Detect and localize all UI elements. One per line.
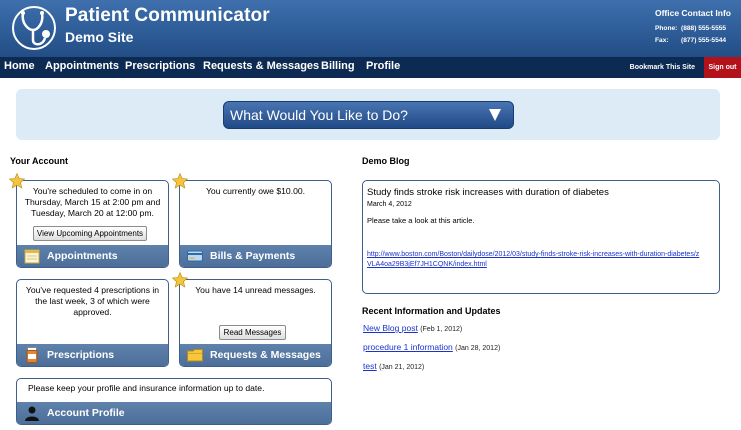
- bills-card: You currently owe $10.00. Bills & Paymen…: [179, 180, 332, 268]
- update-date: (Feb 1, 2012): [420, 326, 463, 333]
- appointments-card: You're scheduled to come in on Thursday,…: [16, 180, 169, 268]
- profile-card: Please keep your profile and insurance i…: [16, 378, 332, 425]
- site-title: Patient Communicator: [65, 5, 270, 26]
- stethoscope-logo-icon: [12, 6, 56, 50]
- prescriptions-footer-title: Prescriptions: [47, 349, 115, 361]
- update-link[interactable]: procedure 1 information: [363, 342, 453, 352]
- messages-card: You have 14 unread messages. Read Messag…: [179, 279, 332, 367]
- dropdown-arrow-icon: [489, 109, 501, 121]
- appointments-footer-title: Appointments: [47, 250, 118, 262]
- star-icon: [172, 173, 188, 189]
- nav-billing[interactable]: Billing: [321, 60, 355, 72]
- appointments-footer[interactable]: Appointments: [17, 245, 168, 267]
- nav-appointments[interactable]: Appointments: [45, 60, 119, 72]
- prescriptions-card: You've requested 4 prescriptions in the …: [16, 279, 169, 367]
- messages-footer-title: Requests & Messages: [210, 349, 321, 361]
- blog-post-text: Please take a look at this article.: [367, 216, 475, 225]
- phone-label: Phone:: [655, 25, 678, 32]
- messages-text: You have 14 unread messages.: [195, 285, 316, 295]
- update-item: procedure 1 information (Jan 28, 2012): [363, 342, 500, 352]
- view-appointments-button[interactable]: View Upcoming Appointments: [33, 226, 147, 241]
- update-date: (Jan 21, 2012): [379, 364, 425, 371]
- main-nav: Home Appointments Prescriptions Requests…: [0, 57, 741, 78]
- bills-footer-title: Bills & Payments: [210, 250, 296, 262]
- sign-out-button[interactable]: Sign out: [704, 57, 741, 78]
- appointments-text: You're scheduled to come in on Thursday,…: [24, 186, 161, 218]
- credit-card-icon: [187, 250, 203, 262]
- fax-value: (877) 555-5544: [681, 37, 727, 44]
- calendar-icon: [24, 249, 40, 264]
- nav-prescriptions[interactable]: Prescriptions: [125, 60, 195, 72]
- prescriptions-text: You've requested 4 prescriptions in the …: [25, 285, 160, 317]
- pill-bottle-icon: [26, 347, 38, 363]
- star-icon: [9, 173, 25, 189]
- what-to-do-label: What Would You Like to Do?: [230, 107, 408, 123]
- nav-requests-messages[interactable]: Requests & Messages: [203, 60, 319, 72]
- messages-footer[interactable]: Requests & Messages: [180, 344, 331, 366]
- nav-profile[interactable]: Profile: [366, 60, 400, 72]
- blog-post-date: March 4, 2012: [367, 201, 412, 208]
- contact-phone: Phone: (888) 555-5555: [655, 25, 726, 32]
- user-icon: [25, 406, 39, 421]
- read-messages-button[interactable]: Read Messages: [219, 325, 286, 340]
- profile-text: Please keep your profile and insurance i…: [28, 383, 265, 393]
- contact-fax: Fax: (877) 555-5544: [655, 37, 726, 44]
- phone-value: (888) 555-5555: [681, 25, 727, 32]
- blog-post-title: Study finds stroke risk increases with d…: [367, 187, 609, 198]
- bills-footer[interactable]: Bills & Payments: [180, 245, 331, 267]
- update-item: test (Jan 21, 2012): [363, 361, 424, 371]
- updates-title: Recent Information and Updates: [362, 306, 501, 316]
- profile-footer[interactable]: Account Profile: [17, 402, 331, 424]
- bills-text: You currently owe $10.00.: [205, 186, 306, 196]
- fax-label: Fax:: [655, 37, 669, 44]
- blog-panel: Study finds stroke risk increases with d…: [362, 180, 720, 294]
- site-header: Patient Communicator Demo Site Office Co…: [0, 0, 741, 57]
- what-to-do-dropdown[interactable]: What Would You Like to Do?: [223, 101, 514, 129]
- star-icon: [172, 272, 188, 288]
- update-link[interactable]: New Blog post: [363, 323, 418, 333]
- folder-icon: [187, 349, 203, 362]
- bookmark-link[interactable]: Bookmark This Site: [630, 64, 695, 71]
- site-subtitle: Demo Site: [65, 29, 134, 45]
- update-date: (Jan 28, 2012): [455, 345, 501, 352]
- profile-footer-title: Account Profile: [47, 407, 125, 419]
- your-account-title: Your Account: [10, 156, 68, 166]
- update-item: New Blog post (Feb 1, 2012): [363, 323, 462, 333]
- nav-home[interactable]: Home: [4, 60, 35, 72]
- contact-title: Office Contact Info: [654, 8, 731, 18]
- update-link[interactable]: test: [363, 361, 377, 371]
- demo-blog-title: Demo Blog: [362, 156, 410, 166]
- prescriptions-footer[interactable]: Prescriptions: [17, 344, 168, 366]
- blog-post-link[interactable]: http://www.boston.com/Boston/dailydose/2…: [367, 250, 702, 270]
